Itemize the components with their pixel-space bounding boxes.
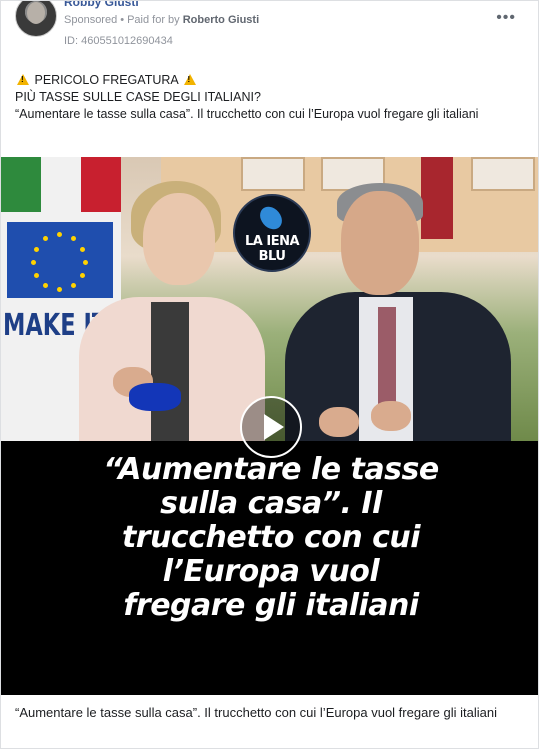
- more-options-button[interactable]: •••: [496, 9, 516, 27]
- window: [471, 157, 535, 191]
- separator-dot: •: [120, 14, 125, 26]
- warning-heading: PERICOLO FREGATURA: [34, 73, 179, 87]
- ad-id: ID: 460551012690434: [64, 35, 173, 47]
- hyena-icon: [257, 203, 285, 233]
- sponsored-label: Sponsored: [64, 14, 118, 26]
- play-button[interactable]: [240, 396, 302, 458]
- woman-shirt: [151, 302, 189, 441]
- post-line-2: PIÙ TASSE SULLE CASE DEGLI ITALIANI?: [15, 90, 261, 104]
- logo-text: LA IENA BLU: [244, 234, 300, 264]
- warning-icon: [17, 74, 29, 85]
- post-line-3: “Aumentare le tasse sulla casa”. Il truc…: [15, 107, 479, 121]
- hand: [319, 407, 359, 437]
- hand: [371, 401, 411, 431]
- sponsored-line: Sponsored • Paid for by Roberto Giusti: [64, 14, 259, 26]
- paid-for-name: Roberto Giusti: [182, 14, 260, 26]
- window: [241, 157, 305, 191]
- italian-flag: [1, 157, 121, 212]
- woman-head: [143, 193, 215, 285]
- video-media[interactable]: MAKE IT REAL LA IENA BLU “Aumentare le t…: [1, 157, 538, 695]
- paid-for-prefix: Paid for by: [127, 14, 180, 26]
- video-headline: “Aumentare le tasse sulla casa”. Il truc…: [103, 452, 439, 623]
- post-text: PERICOLO FREGATURA PIÙ TASSE SULLE CASE …: [15, 72, 525, 123]
- post-line-1: PERICOLO FREGATURA: [15, 72, 525, 89]
- avatar[interactable]: [15, 1, 57, 37]
- warning-icon: [183, 74, 196, 85]
- man-head: [341, 191, 419, 295]
- face-mask: [129, 383, 181, 411]
- la-iena-blu-logo: LA IENA BLU: [233, 194, 311, 272]
- ad-card: Robby Giusti Sponsored • Paid for by Rober…: [0, 0, 539, 749]
- link-caption[interactable]: “Aumentare le tasse sulla casa”. Il truc…: [15, 703, 525, 722]
- page-name-link[interactable]: Robby Giusti: [64, 1, 139, 9]
- red-banner: [421, 157, 453, 239]
